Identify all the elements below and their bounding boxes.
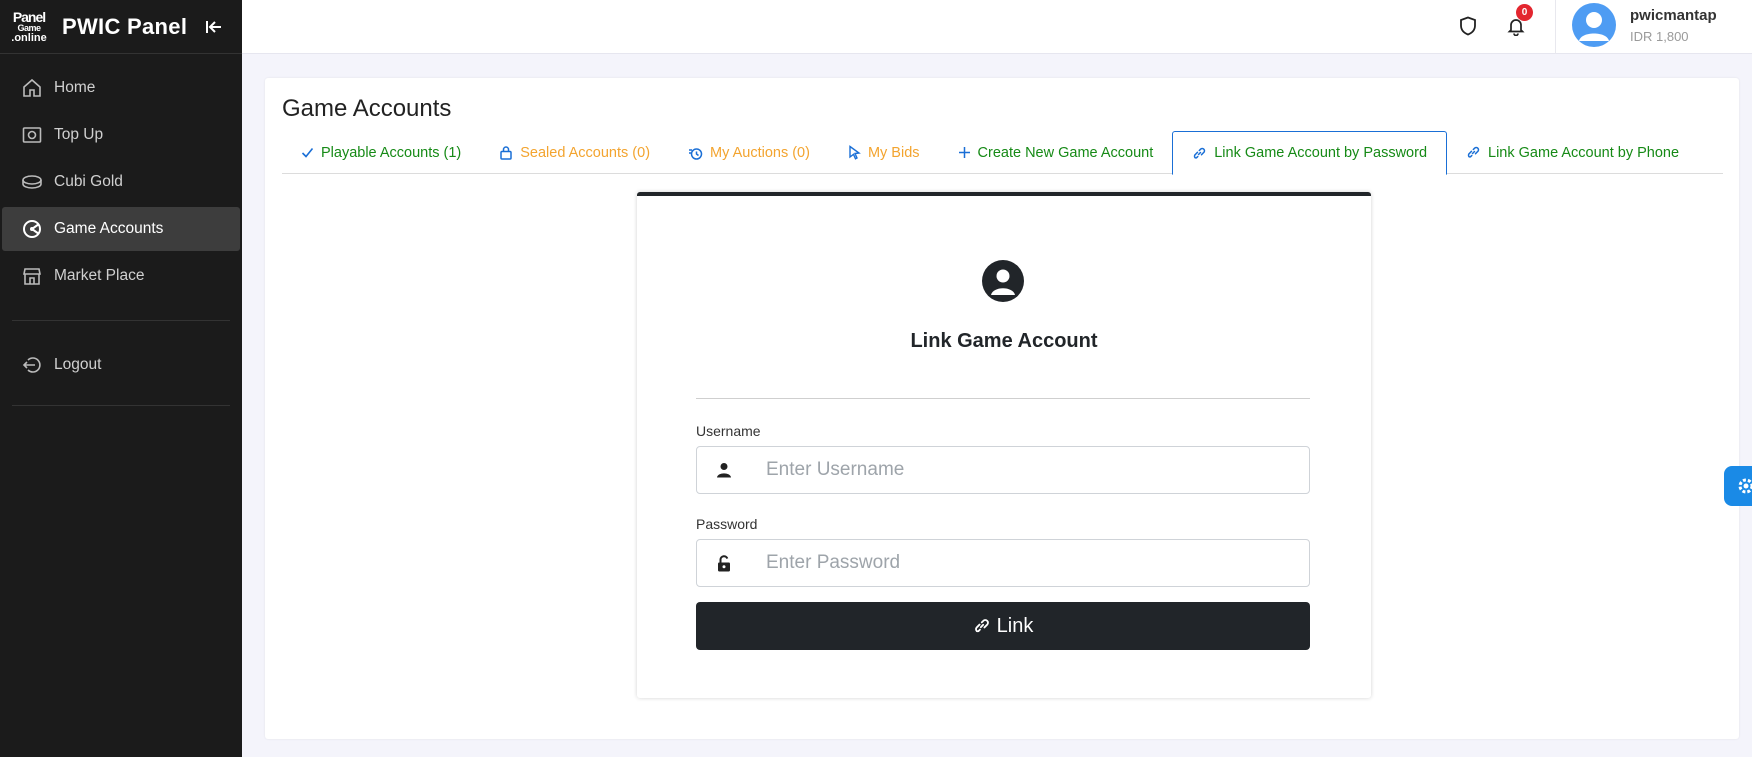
link-button[interactable]: Link [696, 602, 1310, 650]
user-menu[interactable]: pwicmantap IDR 1,800 [1572, 3, 1717, 47]
link-button-label: Link [996, 614, 1034, 637]
form-divider [696, 398, 1310, 399]
tab-label: Create New Game Account [977, 144, 1154, 161]
username-field[interactable] [696, 446, 1310, 494]
tab-label: Link Game Account by Password [1214, 145, 1428, 161]
sidebar-item-cubi-gold[interactable]: Cubi Gold [2, 160, 240, 204]
shield-icon[interactable] [1453, 11, 1483, 41]
brand-title: PWIC Panel [62, 13, 188, 39]
settings-gear-icon[interactable] [1724, 466, 1752, 506]
username-label: Username [696, 423, 761, 439]
game-icon [20, 217, 44, 241]
sidebar-item-market-place[interactable]: Market Place [2, 254, 240, 298]
tab-playable-accounts[interactable]: Playable Accounts (1) [282, 131, 480, 174]
username-input[interactable] [751, 448, 1309, 492]
form-title: Link Game Account [910, 330, 1098, 352]
logo-line-3: .online [11, 31, 47, 44]
sidebar-nav: Home Top Up Cubi Gold Game Accounts Mark… [0, 54, 242, 406]
sidebar-item-label: Cubi Gold [54, 173, 123, 190]
password-field[interactable] [696, 539, 1310, 587]
coin-icon [20, 170, 44, 194]
page-title: Game Accounts [282, 95, 452, 122]
user-name: pwicmantap [1630, 6, 1717, 24]
auction-icon [688, 146, 703, 160]
tab-sealed-accounts[interactable]: Sealed Accounts (0) [480, 131, 669, 174]
link-icon [1466, 145, 1481, 160]
tab-label: My Auctions (0) [710, 144, 810, 161]
sidebar-item-label: Market Place [54, 267, 145, 284]
notification-bell-icon[interactable]: 0 [1501, 4, 1533, 41]
sidebar-divider [12, 320, 230, 321]
plus-icon [958, 146, 971, 159]
password-input[interactable] [751, 541, 1309, 585]
tab-label: Playable Accounts (1) [321, 144, 462, 161]
sidebar-item-top-up[interactable]: Top Up [2, 113, 240, 157]
sidebar-item-label: Top Up [54, 126, 104, 143]
link-icon [1192, 146, 1207, 161]
user-meta: pwicmantap IDR 1,800 [1630, 7, 1717, 44]
tab-my-auctions[interactable]: My Auctions (0) [669, 131, 829, 174]
topbar-divider [1555, 0, 1556, 54]
store-icon [20, 264, 44, 288]
main-card: Game Accounts Playable Accounts (1) Seal… [265, 78, 1739, 739]
brand: Panel Game .online PWIC Panel [0, 0, 242, 54]
avatar [1572, 3, 1616, 47]
brand-logo[interactable]: Panel Game .online [8, 5, 50, 49]
tab-label: My Bids [867, 144, 920, 161]
unlock-icon [697, 539, 751, 587]
sidebar-item-label: Home [54, 79, 96, 96]
user-balance: IDR 1,800 [1630, 28, 1689, 44]
tab-label: Sealed Accounts (0) [520, 144, 651, 161]
tab-link-by-password[interactable]: Link Game Account by Password [1172, 131, 1448, 175]
password-label: Password [696, 516, 758, 532]
user-icon [697, 446, 751, 494]
logout-icon [20, 353, 44, 377]
sidebar-item-logout[interactable]: Logout [2, 343, 240, 387]
notification-badge: 0 [1516, 4, 1533, 21]
tab-link-by-phone[interactable]: Link Game Account by Phone [1447, 131, 1698, 174]
link-account-form: Link Game Account Username Password Link [637, 192, 1371, 698]
sidebar-divider [12, 405, 230, 406]
user-circle-icon [982, 260, 1024, 302]
logo-line-1: Panel [12, 8, 46, 25]
lock-icon [499, 145, 513, 160]
sidebar-item-label: Game Accounts [54, 220, 164, 237]
sidebar-item-game-accounts[interactable]: Game Accounts [2, 207, 240, 251]
cursor-icon [848, 145, 861, 160]
tab-bar: Playable Accounts (1) Sealed Accounts (0… [282, 131, 1723, 175]
sidebar-item-home[interactable]: Home [2, 66, 240, 110]
home-icon [20, 76, 44, 100]
tab-create-new-game-account[interactable]: Create New Game Account [939, 131, 1173, 174]
tab-label: Link Game Account by Phone [1488, 144, 1680, 161]
check-icon [301, 146, 314, 159]
tab-my-bids[interactable]: My Bids [829, 131, 939, 174]
money-icon [20, 123, 44, 147]
sidebar-item-label: Logout [54, 356, 102, 373]
link-icon [973, 617, 991, 635]
topbar: 0 pwicmantap IDR 1,800 [242, 0, 1752, 54]
sidebar: Panel Game .online PWIC Panel Home Top U… [0, 0, 242, 757]
collapse-sidebar-icon[interactable] [203, 16, 225, 38]
